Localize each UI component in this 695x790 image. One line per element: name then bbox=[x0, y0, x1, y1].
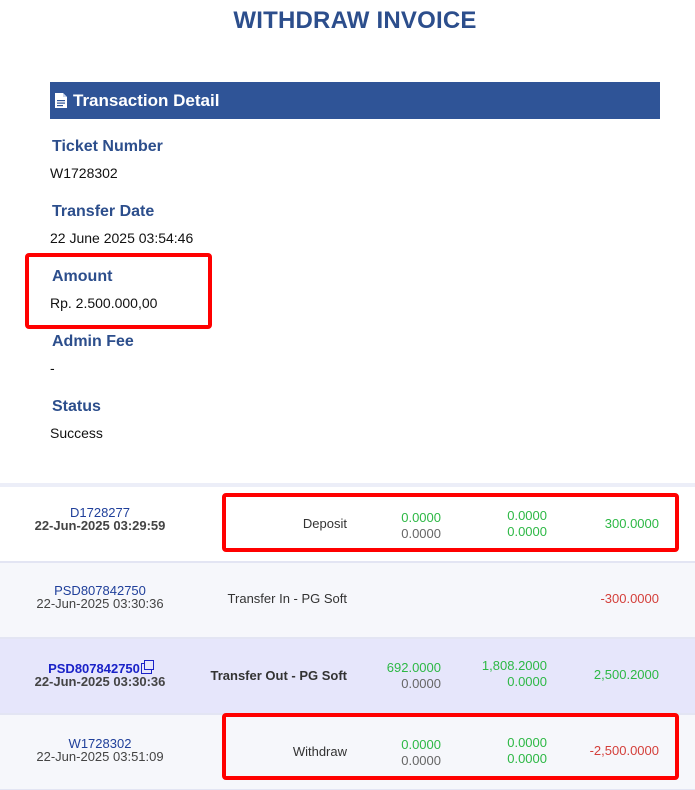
transaction-row-transfer-out: PSD807842750 22-Jun-2025 03:30:36 Transf… bbox=[0, 639, 695, 715]
amount-highlight-box bbox=[25, 253, 212, 329]
withdraw-highlight-box bbox=[222, 713, 679, 780]
status-label: Status bbox=[52, 398, 101, 415]
transfer-date-value: 22 June 2025 03:54:46 bbox=[50, 230, 194, 246]
transaction-type: Transfer Out - PG Soft bbox=[210, 668, 347, 683]
balance-before-sub-value: 0.0000 bbox=[401, 676, 441, 691]
status-value: Success bbox=[50, 425, 103, 441]
transaction-amount: -300.0000 bbox=[600, 591, 659, 606]
balance-after-value: 1,808.2000 bbox=[481, 658, 547, 673]
invoice-title: WITHDRAW INVOICE bbox=[233, 7, 477, 34]
balance-after-sub-value: 0.0000 bbox=[507, 674, 547, 689]
ticket-number-label: Ticket Number bbox=[52, 138, 163, 155]
balance-before-value: 692.0000 bbox=[386, 660, 441, 675]
admin-fee-label: Admin Fee bbox=[52, 333, 134, 350]
copy-icon[interactable] bbox=[140, 660, 154, 674]
transfer-date-label: Transfer Date bbox=[52, 203, 155, 220]
withdraw-invoice-page: WITHDRAW INVOICE Transaction Detail Tick… bbox=[0, 0, 695, 790]
deposit-highlight-box bbox=[222, 493, 679, 552]
transaction-date: 22-Jun-2025 03:29:59 bbox=[34, 518, 166, 533]
transaction-date: 22-Jun-2025 03:30:36 bbox=[36, 596, 164, 611]
transaction-amount: 2,500.2000 bbox=[593, 667, 659, 682]
document-icon bbox=[55, 93, 67, 108]
transaction-date: 22-Jun-2025 03:51:09 bbox=[36, 749, 164, 764]
transaction-row-transfer-in: PSD807842750 22-Jun-2025 03:30:36 Transf… bbox=[0, 563, 695, 639]
admin-fee-value: - bbox=[50, 360, 55, 376]
transaction-detail-header: Transaction Detail bbox=[50, 82, 660, 119]
transaction-detail-title: Transaction Detail bbox=[73, 90, 220, 110]
ticket-number-value: W1728302 bbox=[50, 165, 118, 181]
transaction-date: 22-Jun-2025 03:30:36 bbox=[34, 674, 166, 689]
transaction-type: Transfer In - PG Soft bbox=[227, 591, 347, 606]
